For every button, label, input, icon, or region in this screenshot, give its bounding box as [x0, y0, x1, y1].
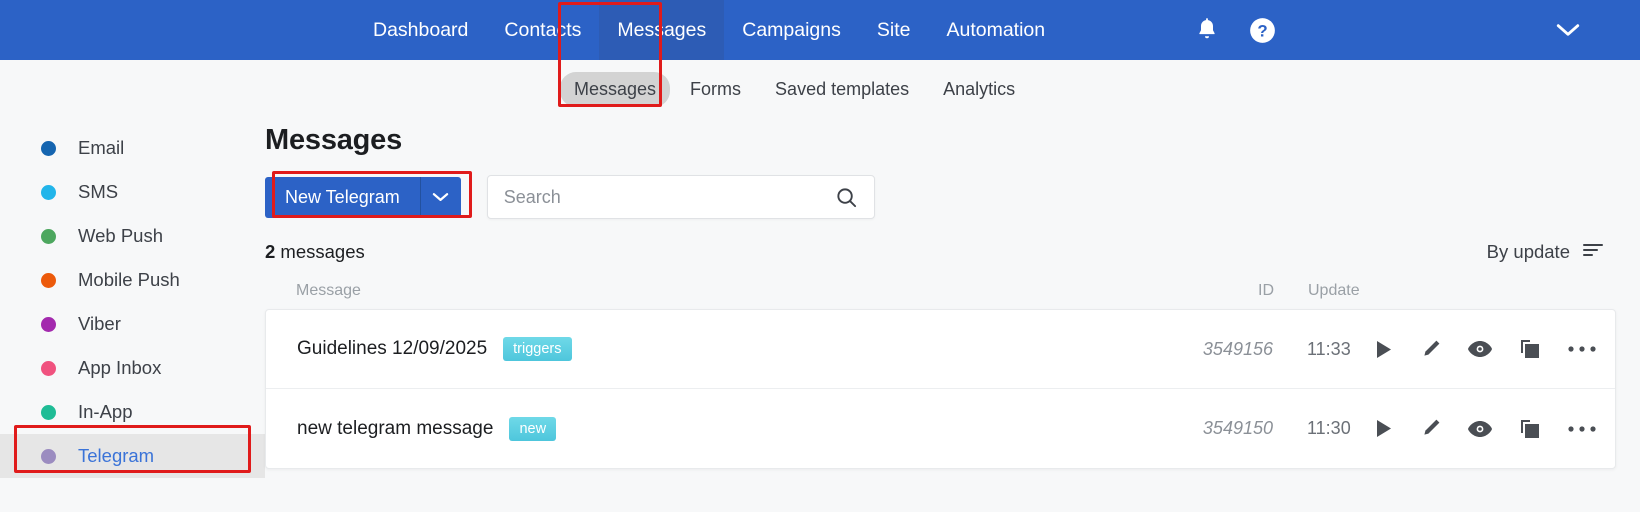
status-badge: new	[509, 416, 557, 441]
new-telegram-label: New Telegram	[265, 176, 420, 218]
top-nav-links: Dashboard Contacts Messages Campaigns Site Au…	[355, 0, 1063, 60]
status-badge: triggers	[503, 337, 572, 361]
nav-link-campaigns[interactable]: Campaigns	[724, 0, 859, 60]
page-body: Email SMS Web Push Mobile Push Viber App Inbo…	[0, 118, 1640, 512]
sidebar-item-label: SMS	[78, 181, 119, 202]
channel-dot-icon	[41, 184, 56, 200]
play-icon[interactable]	[1374, 339, 1394, 360]
messages-count: 2 messages	[265, 241, 365, 263]
table-row[interactable]: new telegram message new 3549150 11:30	[266, 389, 1615, 468]
channel-dot-icon	[41, 272, 56, 288]
sidebar-item-sms[interactable]: SMS	[0, 170, 265, 214]
nav-link-automation[interactable]: Automation	[928, 0, 1063, 60]
page-title: Messages	[265, 124, 403, 156]
nav-link-contacts[interactable]: Contacts	[486, 0, 599, 60]
chevron-down-icon[interactable]	[419, 176, 461, 218]
sidebar-item-telegram[interactable]: Telegram	[0, 434, 265, 478]
channel-dot-icon	[41, 316, 56, 332]
table-row[interactable]: Guidelines 12/09/2025 triggers 3549156 11:3…	[266, 310, 1615, 389]
sidebar-item-label: Mobile Push	[78, 269, 180, 290]
sidebar-item-app-inbox[interactable]: App Inbox	[0, 346, 265, 390]
channel-dot-icon	[41, 228, 56, 244]
play-icon[interactable]	[1374, 418, 1394, 439]
copy-icon[interactable]	[1519, 418, 1541, 440]
cell-actions	[1377, 418, 1615, 440]
more-icon[interactable]	[1567, 425, 1597, 433]
channel-dot-icon	[41, 140, 56, 156]
sub-navigation-bar: Messages Forms Saved templates Analytics	[0, 60, 1640, 118]
account-chevron-down-icon[interactable]	[1555, 0, 1581, 60]
column-header-id: ID	[1258, 282, 1274, 299]
cell-id: 3549150	[1202, 418, 1273, 438]
svg-text:?: ?	[1257, 21, 1267, 40]
message-name[interactable]: Guidelines 12/09/2025	[297, 338, 487, 360]
cell-update: 11:30	[1307, 418, 1351, 438]
channel-dot-icon	[41, 404, 56, 420]
top-navigation-bar: Dashboard Contacts Messages Campaigns Site Au…	[0, 0, 1640, 60]
nav-link-messages[interactable]: Messages	[599, 0, 725, 60]
sidebar-item-label: Email	[78, 137, 125, 158]
sidebar-item-in-app[interactable]: In-App	[0, 390, 265, 434]
bell-icon[interactable]	[1195, 17, 1219, 43]
more-icon[interactable]	[1567, 345, 1597, 353]
help-icon[interactable]: ?	[1249, 17, 1276, 44]
column-header-message: Message	[296, 282, 361, 299]
channel-dot-icon	[41, 448, 56, 464]
cell-update: 11:33	[1307, 338, 1351, 359]
cell-message: new telegram message new	[297, 416, 1145, 441]
pencil-icon[interactable]	[1420, 339, 1441, 360]
sidebar-item-label: App Inbox	[78, 357, 162, 378]
nav-link-site[interactable]: Site	[859, 0, 929, 60]
search-box[interactable]	[486, 175, 875, 219]
subnav-item-messages[interactable]: Messages	[560, 71, 671, 107]
messages-table: Guidelines 12/09/2025 triggers 3549156 11:3…	[265, 309, 1616, 469]
messages-count-suffix: messages	[275, 241, 365, 262]
sidebar-item-label: Telegram	[78, 445, 155, 466]
sidebar-item-label: In-App	[78, 401, 133, 422]
eye-icon[interactable]	[1467, 340, 1493, 358]
sidebar-item-email[interactable]: Email	[0, 126, 265, 170]
message-name[interactable]: new telegram message	[297, 418, 493, 440]
count-and-sort-row: 2 messages By update	[265, 241, 1616, 263]
column-header-update: Update	[1308, 282, 1360, 299]
pencil-icon[interactable]	[1420, 418, 1441, 439]
search-input[interactable]	[503, 186, 835, 208]
channel-dot-icon	[41, 360, 56, 376]
cell-message: Guidelines 12/09/2025 triggers	[297, 337, 1145, 361]
nav-link-dashboard[interactable]: Dashboard	[355, 0, 486, 60]
sidebar-item-viber[interactable]: Viber	[0, 302, 265, 346]
subnav-item-analytics[interactable]: Analytics	[929, 72, 1029, 107]
subnav-item-forms[interactable]: Forms	[676, 72, 755, 107]
sidebar-item-label: Web Push	[78, 225, 164, 246]
sort-icon[interactable]	[1582, 241, 1604, 263]
sort-control[interactable]: By update	[1487, 241, 1604, 263]
sort-label: By update	[1486, 241, 1570, 262]
channel-sidebar: Email SMS Web Push Mobile Push Viber App Inbo…	[0, 118, 265, 512]
messages-count-number: 2	[265, 241, 276, 262]
table-header: Message ID Update	[265, 273, 1616, 309]
subnav-item-saved-templates[interactable]: Saved templates	[761, 72, 923, 107]
sidebar-item-mobile-push[interactable]: Mobile Push	[0, 258, 265, 302]
search-icon[interactable]	[835, 186, 858, 209]
sidebar-item-web-push[interactable]: Web Push	[0, 214, 265, 258]
main-content: Messages New Telegram Search 2 messages …	[265, 118, 1640, 512]
top-nav-right-icons: ?	[1195, 0, 1276, 60]
new-telegram-button[interactable]: New Telegram	[265, 176, 461, 218]
eye-icon[interactable]	[1467, 420, 1493, 438]
cell-actions	[1377, 338, 1615, 360]
copy-icon[interactable]	[1519, 338, 1541, 360]
sidebar-item-label: Viber	[78, 313, 121, 334]
toolbar: New Telegram	[265, 175, 1616, 219]
cell-id: 3549156	[1202, 338, 1273, 359]
